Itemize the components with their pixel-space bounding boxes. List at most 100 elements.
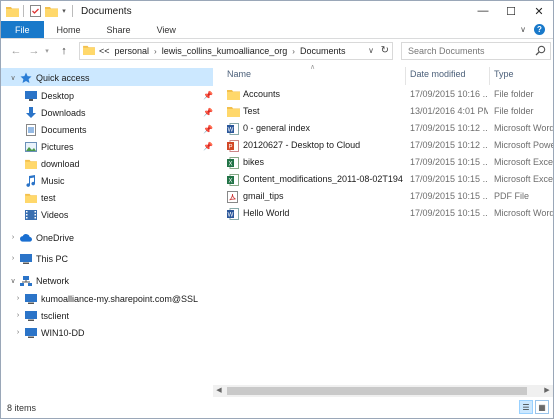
collapsed-chevron-icon[interactable]: › bbox=[14, 329, 22, 336]
back-arrow-icon[interactable]: ← bbox=[9, 44, 23, 58]
nav-onedrive[interactable]: › OneDrive bbox=[12, 229, 74, 246]
tab-view[interactable]: View bbox=[144, 21, 189, 38]
help-icon[interactable]: ? bbox=[534, 24, 545, 35]
close-button[interactable]: ✕ bbox=[525, 1, 553, 21]
file-row[interactable]: X Content_modifications_2011-08-02T1941..… bbox=[213, 172, 553, 189]
file-row[interactable]: Accounts 17/09/2015 10:16 ... File folder bbox=[213, 87, 553, 104]
file-name: 20120627 - Desktop to Cloud bbox=[243, 140, 361, 150]
nav-label: Videos bbox=[41, 209, 69, 220]
nav-item-videos[interactable]: Videos bbox=[25, 206, 68, 223]
collapsed-chevron-icon[interactable]: › bbox=[9, 255, 17, 262]
nav-label: download bbox=[41, 158, 80, 169]
nav-item-download[interactable]: download bbox=[25, 155, 80, 172]
file-type: File folder bbox=[494, 89, 534, 99]
tab-file[interactable]: File bbox=[1, 21, 44, 38]
file-row[interactable]: Xbikes 17/09/2015 10:15 ... Microsoft Exce… bbox=[213, 155, 553, 172]
file-name: Accounts bbox=[243, 89, 281, 99]
search-box[interactable]: Search Documents bbox=[401, 42, 551, 60]
up-arrow-icon[interactable]: ↑ bbox=[57, 44, 71, 58]
folder-icon bbox=[227, 89, 240, 101]
file-name: Test bbox=[243, 106, 260, 116]
nav-item-test[interactable]: test bbox=[25, 189, 56, 206]
file-row[interactable]: gmail_tips 17/09/2015 10:15 ... PDF File bbox=[213, 189, 553, 206]
address-bar[interactable]: << personal › lewis_collins_kumoalliance… bbox=[79, 42, 393, 60]
nav-label: test bbox=[41, 192, 56, 203]
nav-quick-access[interactable]: ∨ Quick access bbox=[10, 69, 90, 86]
customize-toolbar-chevron-icon[interactable]: ▾ bbox=[60, 7, 68, 15]
nav-network-win10[interactable]: › WIN10-DD bbox=[17, 324, 85, 341]
scroll-left-arrow-icon[interactable]: ◀ bbox=[213, 385, 225, 397]
title-bar: ▾ Documents — ☐ ✕ bbox=[1, 1, 553, 21]
column-header-name[interactable]: Name bbox=[227, 69, 251, 79]
scrollbar-thumb[interactable] bbox=[227, 387, 527, 395]
column-header-type[interactable]: Type bbox=[494, 69, 514, 79]
tab-share[interactable]: Share bbox=[94, 21, 144, 38]
word-icon: W bbox=[227, 123, 239, 135]
nav-item-documents[interactable]: Documents 📌 bbox=[25, 121, 213, 138]
address-dropdown-chevron-icon[interactable]: ∨ bbox=[368, 46, 374, 55]
file-type: Microsoft Excel bbox=[494, 174, 553, 184]
pin-icon: 📌 bbox=[203, 142, 213, 151]
column-divider[interactable] bbox=[489, 67, 490, 85]
nav-label: WIN10-DD bbox=[41, 327, 85, 338]
collapsed-chevron-icon[interactable]: › bbox=[14, 312, 22, 319]
minimize-button[interactable]: — bbox=[469, 1, 497, 21]
column-headers: Name Date modified Type bbox=[213, 67, 553, 85]
large-icons-view-button[interactable]: ▦ bbox=[535, 400, 549, 414]
properties-icon[interactable] bbox=[28, 4, 42, 18]
navigation-bar: ← → ▾ ↑ << personal › lewis_collins_kumo… bbox=[1, 39, 553, 63]
expanded-chevron-icon[interactable]: ∨ bbox=[9, 277, 17, 285]
nav-item-music[interactable]: Music bbox=[25, 172, 65, 189]
quick-access-toolbar: ▾ bbox=[1, 4, 75, 18]
expand-ribbon-chevron-icon[interactable]: ∨ bbox=[520, 25, 526, 34]
nav-network[interactable]: ∨ Network bbox=[10, 272, 69, 289]
breadcrumb-user[interactable]: lewis_collins_kumoalliance_org bbox=[162, 46, 288, 56]
details-view-button[interactable]: ☰ bbox=[519, 400, 533, 414]
nav-network-sharepoint[interactable]: › kumoalliance-my.sharepoint.com@SSL bbox=[17, 290, 198, 307]
pdf-icon bbox=[227, 191, 239, 203]
excel-icon: X bbox=[227, 157, 239, 169]
svg-text:W: W bbox=[228, 213, 234, 219]
nav-this-pc[interactable]: › This PC bbox=[12, 250, 68, 267]
file-row[interactable]: P 20120627 - Desktop to Cloud 17/09/2015 1… bbox=[213, 138, 553, 155]
collapsed-chevron-icon[interactable]: › bbox=[9, 234, 17, 241]
recent-locations-chevron-icon[interactable]: ▾ bbox=[43, 44, 51, 58]
tab-home[interactable]: Home bbox=[44, 21, 94, 38]
file-row[interactable]: W Hello World 17/09/2015 10:15 ... Microsof… bbox=[213, 206, 553, 223]
breadcrumb-documents[interactable]: Documents bbox=[300, 46, 346, 56]
breadcrumb-personal[interactable]: personal bbox=[115, 46, 150, 56]
chevron-right-icon[interactable]: › bbox=[292, 47, 295, 56]
search-input[interactable]: Search Documents bbox=[408, 46, 485, 56]
documents-icon bbox=[25, 123, 37, 136]
column-divider[interactable] bbox=[405, 67, 406, 85]
file-row[interactable]: W 0 - general index 17/09/2015 10:12 ... Mi… bbox=[213, 121, 553, 138]
collapsed-chevron-icon[interactable]: › bbox=[14, 295, 22, 302]
folder-icon bbox=[25, 192, 37, 204]
nav-network-tsclient[interactable]: › tsclient bbox=[17, 307, 69, 324]
expanded-chevron-icon[interactable]: ∨ bbox=[9, 74, 17, 82]
svg-text:X: X bbox=[228, 162, 232, 168]
file-date: 17/09/2015 10:12 ... bbox=[410, 140, 488, 150]
horizontal-scrollbar[interactable]: ◀ ▶ bbox=[213, 385, 553, 397]
svg-text:P: P bbox=[228, 145, 232, 151]
chevron-right-icon[interactable]: › bbox=[154, 47, 157, 56]
nav-item-downloads[interactable]: Downloads 📌 bbox=[25, 104, 213, 121]
folder-icon bbox=[83, 45, 95, 57]
new-folder-icon[interactable] bbox=[44, 4, 58, 18]
nav-item-desktop[interactable]: Desktop 📌 bbox=[25, 87, 213, 104]
maximize-button[interactable]: ☐ bbox=[497, 1, 525, 21]
file-name: bikes bbox=[243, 157, 265, 167]
scroll-right-arrow-icon[interactable]: ▶ bbox=[541, 385, 553, 397]
breadcrumb-overflow[interactable]: << bbox=[99, 46, 110, 56]
forward-arrow-icon[interactable]: → bbox=[27, 44, 41, 58]
file-type: Microsoft Word bbox=[494, 123, 553, 133]
refresh-icon[interactable]: ↻ bbox=[381, 45, 389, 56]
file-row[interactable]: Test 13/01/2016 4:01 PM File folder bbox=[213, 104, 553, 121]
nav-label: Desktop bbox=[41, 90, 75, 101]
nav-label: Quick access bbox=[36, 72, 90, 83]
navigation-pane: ∨ Quick access Desktop 📌 Downloads 📌 Doc… bbox=[1, 65, 213, 397]
pin-icon: 📌 bbox=[203, 91, 213, 100]
nav-label: Pictures bbox=[41, 141, 74, 152]
nav-item-pictures[interactable]: Pictures 📌 bbox=[25, 138, 213, 155]
column-header-date[interactable]: Date modified bbox=[410, 69, 466, 79]
